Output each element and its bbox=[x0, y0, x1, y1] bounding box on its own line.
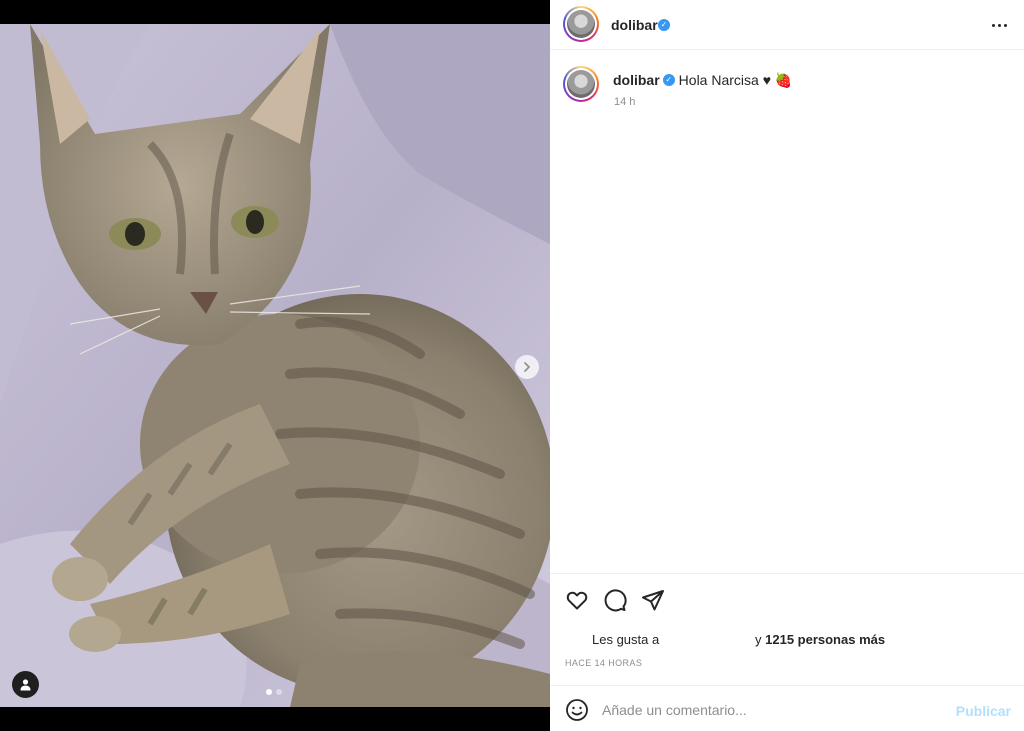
avatar bbox=[567, 70, 595, 98]
likes-and: y bbox=[755, 632, 762, 647]
caption-body: Hola Narcisa ♥ 🍓 bbox=[678, 72, 793, 88]
dot-icon bbox=[991, 23, 995, 27]
dot-icon bbox=[997, 23, 1001, 27]
comment-icon[interactable] bbox=[603, 588, 627, 612]
likes-count[interactable]: 1215 personas más bbox=[765, 632, 885, 647]
carousel-indicator bbox=[266, 689, 282, 695]
avatar-story-ring[interactable] bbox=[563, 6, 599, 42]
carousel-dot bbox=[276, 689, 282, 695]
comment-input[interactable] bbox=[602, 697, 952, 723]
header-username[interactable]: dolibar bbox=[611, 17, 658, 33]
carousel-next-button[interactable] bbox=[515, 355, 539, 379]
likes-suffix: y 1215 personas más bbox=[755, 632, 885, 647]
share-icon[interactable] bbox=[641, 588, 665, 612]
comment-bar: Publicar bbox=[550, 685, 1024, 731]
likes-summary: Les gusta a y 1215 personas más bbox=[592, 632, 885, 647]
likes-prefix: Les gusta a bbox=[592, 632, 660, 647]
user-icon bbox=[20, 679, 31, 691]
more-options-button[interactable] bbox=[990, 16, 1008, 34]
heart-icon[interactable] bbox=[565, 588, 589, 612]
tagged-users-button[interactable] bbox=[12, 671, 39, 698]
caption-avatar-ring[interactable] bbox=[563, 66, 599, 102]
post-photo-cat[interactable] bbox=[0, 24, 550, 707]
caption-username[interactable]: dolibar bbox=[613, 72, 660, 88]
post-header: dolibar ✓ bbox=[550, 0, 1024, 50]
verified-badge-icon: ✓ bbox=[662, 74, 675, 87]
publish-button[interactable]: Publicar bbox=[956, 703, 1011, 719]
chevron-right-icon bbox=[524, 362, 530, 372]
verified-badge-icon: ✓ bbox=[658, 19, 670, 31]
post-media bbox=[0, 0, 550, 731]
post-panel: dolibar ✓ dolibar ✓ Hola Narcisa ♥ 🍓 14 h … bbox=[550, 0, 1024, 731]
caption-timestamp[interactable]: 14 h bbox=[614, 96, 635, 108]
emoji-icon[interactable] bbox=[565, 698, 589, 722]
post-actions: Les gusta a y 1215 personas más HACE 14 … bbox=[550, 573, 1024, 685]
post-time-ago[interactable]: HACE 14 HORAS bbox=[565, 658, 642, 668]
avatar bbox=[567, 10, 595, 38]
carousel-dot-active bbox=[266, 689, 272, 695]
caption-line: dolibar ✓ Hola Narcisa ♥ 🍓 bbox=[613, 72, 792, 89]
dot-icon bbox=[1003, 23, 1007, 27]
